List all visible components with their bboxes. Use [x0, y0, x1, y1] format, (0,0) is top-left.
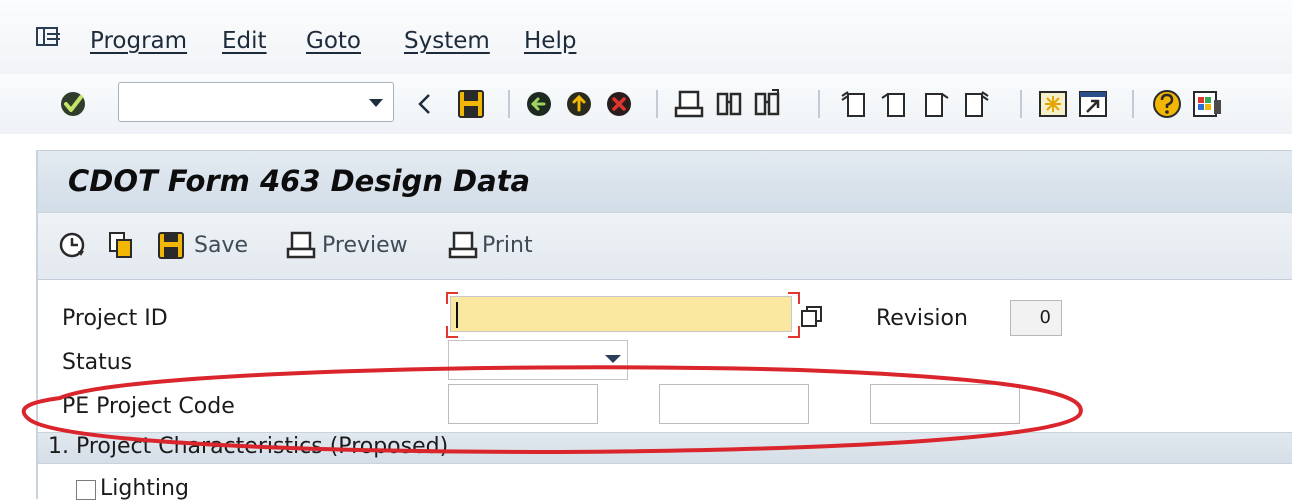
find-next-icon[interactable] — [750, 86, 784, 122]
pe-project-code-label: PE Project Code — [62, 394, 235, 419]
save-button-label: Save — [194, 233, 249, 258]
preview-button[interactable]: Preview — [286, 229, 414, 263]
preview-button-label: Preview — [322, 233, 408, 258]
command-field[interactable] — [118, 82, 394, 122]
copy-button[interactable] — [106, 229, 140, 263]
revision-label: Revision — [876, 306, 968, 331]
execute-button[interactable] — [58, 229, 92, 263]
find-icon[interactable] — [712, 86, 746, 122]
menu-item-help[interactable]: Help — [524, 26, 576, 56]
save-icon — [158, 232, 184, 259]
last-page-icon[interactable] — [958, 86, 992, 122]
toolbar-separator — [656, 90, 658, 118]
pe-project-code-input-1[interactable] — [448, 384, 598, 424]
status-label: Status — [62, 350, 133, 375]
new-session-icon[interactable] — [1036, 86, 1070, 122]
menu-bar: Program Edit Goto System Help — [0, 0, 1292, 74]
required-marker — [788, 292, 800, 304]
text-cursor — [456, 302, 458, 328]
menu-item-program[interactable]: Program — [90, 26, 187, 56]
command-input[interactable] — [125, 87, 359, 119]
section-header[interactable]: 1. Project Characteristics (Proposed) — [38, 432, 1292, 464]
menu-item-edit[interactable]: Edit — [222, 26, 267, 56]
status-dropdown[interactable] — [448, 340, 628, 380]
help-icon[interactable] — [1150, 86, 1184, 122]
required-marker — [788, 326, 800, 338]
exit-icon[interactable] — [562, 86, 596, 122]
menu-toggle-icon[interactable] — [36, 26, 62, 48]
application-toolbar: Save Preview Print — [38, 212, 1292, 280]
project-id-required-frame — [446, 292, 800, 338]
save-button[interactable]: Save — [156, 229, 252, 263]
customize-layout-icon[interactable] — [1190, 86, 1224, 122]
execute-icon — [59, 232, 85, 258]
previous-page-icon[interactable] — [878, 86, 912, 122]
menu-item-system[interactable]: System — [404, 26, 490, 56]
section-header-title: 1. Project Characteristics (Proposed) — [48, 434, 449, 459]
page-title: CDOT Form 463 Design Data — [68, 164, 531, 198]
first-page-icon[interactable] — [838, 86, 872, 122]
chevron-down-icon[interactable] — [605, 355, 621, 363]
lighting-label: Lighting — [100, 476, 189, 501]
copy-icon — [109, 232, 132, 258]
print-icon[interactable] — [672, 86, 706, 122]
toolbar-separator — [1020, 90, 1022, 118]
title-bar: CDOT Form 463 Design Data — [38, 150, 1292, 212]
toolbar-separator — [508, 90, 510, 118]
shortcut-icon[interactable] — [1076, 86, 1110, 122]
cancel-icon[interactable] — [602, 86, 636, 122]
print-icon — [448, 231, 478, 259]
pe-project-code-input-2[interactable] — [659, 384, 809, 424]
toolbar-separator — [818, 90, 820, 118]
value-help-icon[interactable] — [800, 304, 824, 330]
chevron-down-icon[interactable] — [369, 99, 383, 107]
pe-project-code-input-3[interactable] — [870, 384, 1020, 424]
back-icon[interactable] — [414, 86, 436, 122]
enter-icon[interactable] — [56, 86, 90, 122]
menu-item-goto[interactable]: Goto — [306, 26, 361, 56]
print-button[interactable]: Print — [448, 229, 544, 263]
project-id-label: Project ID — [62, 306, 168, 331]
lighting-checkbox[interactable] — [76, 480, 96, 500]
toolbar-separator — [1132, 90, 1134, 118]
save-icon[interactable] — [454, 86, 488, 122]
next-page-icon[interactable] — [918, 86, 952, 122]
project-id-input[interactable] — [450, 296, 792, 332]
revision-field: 0 — [1010, 300, 1062, 336]
back-circle-icon[interactable] — [522, 86, 556, 122]
standard-toolbar — [0, 74, 1292, 134]
preview-icon — [286, 231, 316, 259]
print-button-label: Print — [482, 233, 533, 258]
